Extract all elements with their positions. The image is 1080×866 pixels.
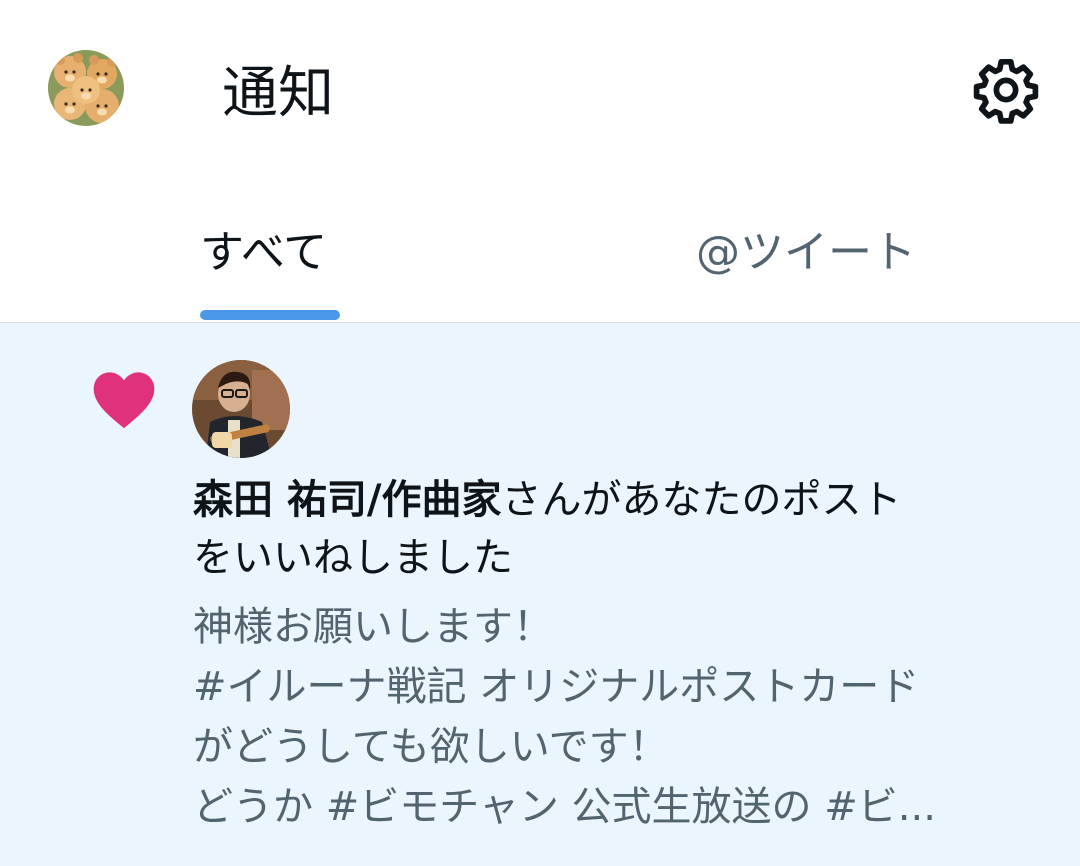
notification-user-name[interactable]: 森田 祐司/作曲家 [193, 477, 502, 523]
like-notification[interactable]: 森田 祐司/作曲家さんがあなたのポストをいいねしました 神様お願いします！ #イ… [0, 323, 1080, 866]
tweet-line: 神様お願いします！ [193, 604, 553, 650]
tab-mentions-label: @ツイート [696, 227, 916, 278]
notification-text: 森田 祐司/作曲家さんがあなたのポストをいいねしました [193, 471, 1033, 587]
notification-action-text-line2: をいいねしました [193, 535, 513, 581]
page-title: 通知 [222, 61, 334, 126]
tab-all[interactable]: すべて [200, 218, 340, 322]
notifications-screen: 通知 すべて @ツイート 森田 祐司/作曲家さんがあなたのポスト をいいねしまし… [0, 0, 1080, 866]
tab-bar: すべて @ツイート [0, 190, 1080, 323]
tweet-line: がどうしても欲しいです！ [193, 724, 669, 770]
user-avatar[interactable] [192, 360, 290, 458]
tweet-preview: 神様お願いします！ #イルーナ戦記 オリジナルポストカード がどうしても欲しいで… [193, 597, 1033, 837]
user-photo-image [192, 360, 290, 458]
active-tab-indicator [200, 310, 340, 320]
notification-action-text-line1: さんがあなたのポスト [501, 477, 902, 523]
tab-mentions[interactable]: @ツイート [696, 218, 926, 322]
tab-all-label: すべて [200, 227, 328, 278]
header: 通知 [0, 0, 1080, 190]
tweet-line: どうか #ビモチャン 公式生放送の #ビ... [193, 784, 936, 830]
profile-avatar[interactable] [48, 50, 124, 126]
heart-icon [90, 367, 158, 431]
gear-icon[interactable] [970, 54, 1042, 126]
tweet-line: #イルーナ戦記 オリジナルポストカード [193, 664, 920, 710]
bear-bread-avatar-image [48, 50, 124, 126]
